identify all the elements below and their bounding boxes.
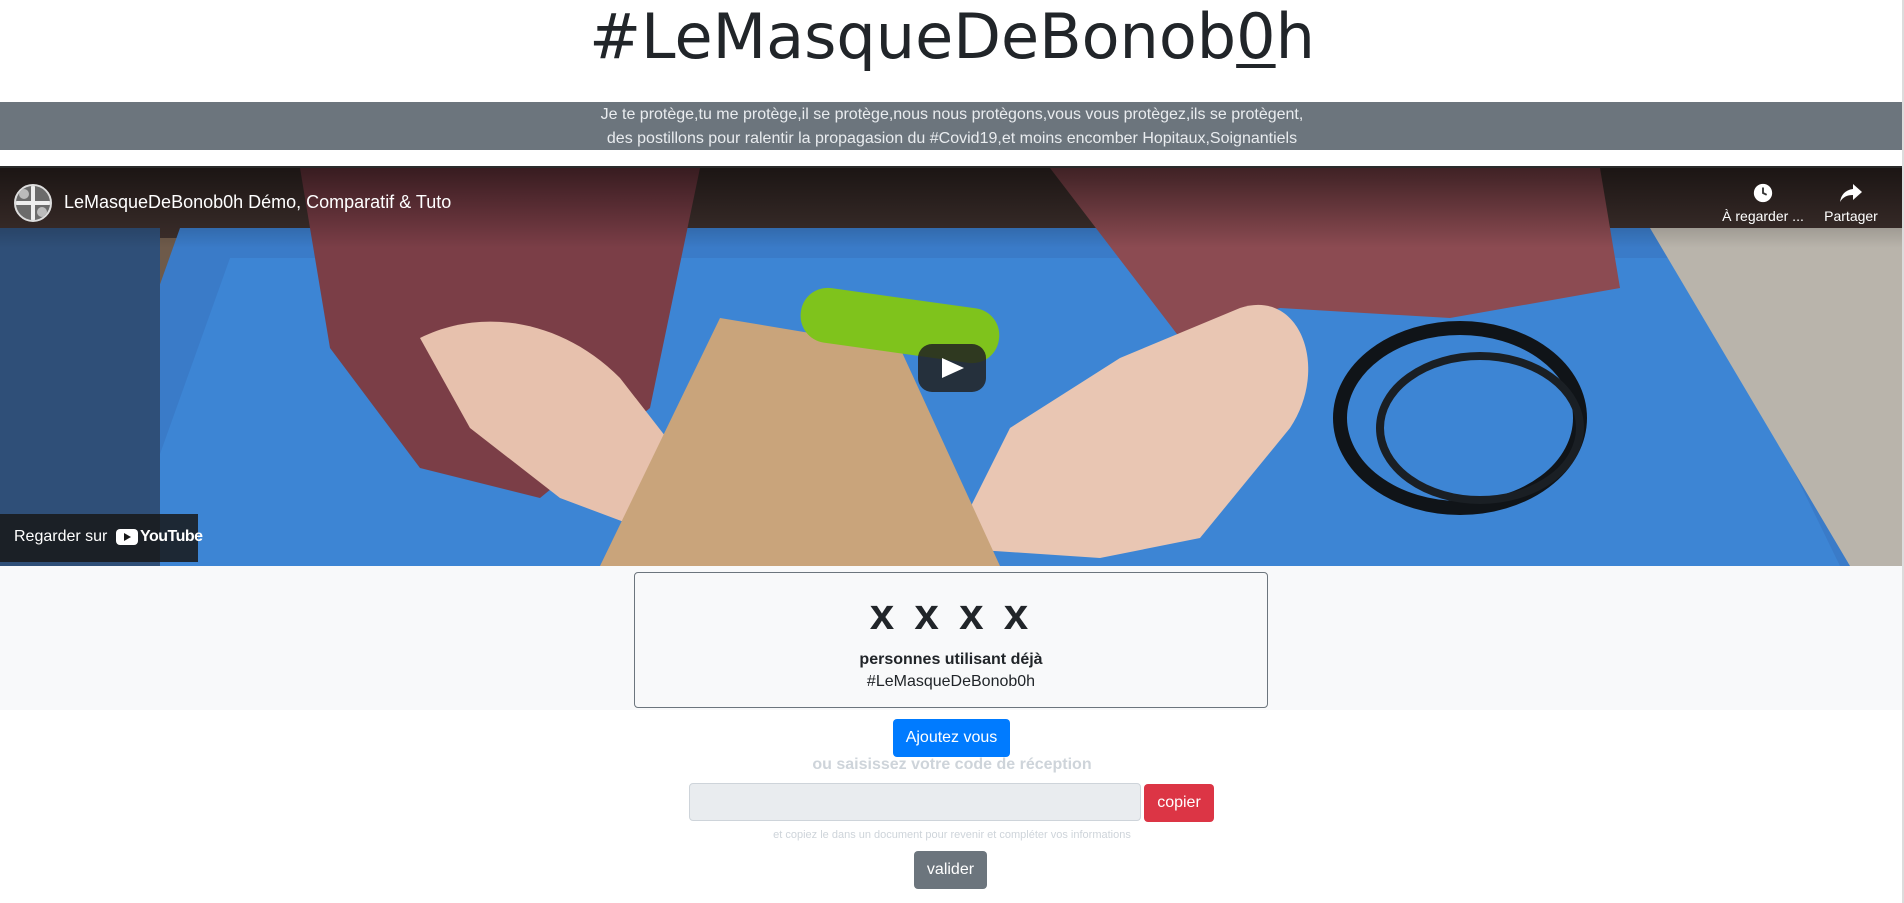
slogan-line-1: Je te protège,tu me protège,il se protèg… (600, 106, 1304, 123)
channel-avatar-icon (16, 186, 50, 220)
copy-button[interactable]: copier (1144, 784, 1214, 822)
user-counter-card: x x x x personnes utilisant déjà #LeMasq… (634, 572, 1268, 708)
youtube-play-icon (116, 529, 138, 545)
user-count-hashtag: #LeMasqueDeBonob0h (866, 673, 1036, 690)
clock-icon (1753, 183, 1773, 203)
slogan-banner: Je te protège,tu me protège,il se protèg… (0, 102, 1904, 150)
user-count-label: personnes utilisant déjà (859, 651, 1043, 668)
copy-hint-text: et copiez le dans un document pour reven… (773, 829, 1131, 841)
embedded-video-player[interactable]: LeMasqueDeBonob0h Démo, Comparatif & Tut… (0, 166, 1904, 566)
page-title-end: h (1275, 0, 1315, 73)
share-arrow-icon (1840, 184, 1862, 202)
validate-button[interactable]: valider (914, 851, 987, 889)
watch-on-label: Regarder sur (14, 528, 108, 545)
user-count-value: x x x x (869, 590, 1033, 639)
page-title-main: #LeMasqueDeBonob (589, 0, 1237, 73)
share-label: Partager (1824, 208, 1878, 224)
share-button[interactable]: Partager (1806, 182, 1896, 224)
watch-later-label: À regarder ... (1722, 208, 1804, 224)
watch-later-button[interactable]: À regarder ... (1718, 182, 1808, 224)
reception-code-input[interactable] (689, 783, 1141, 821)
youtube-wordmark: YouTube (140, 528, 203, 545)
enter-code-prompt: ou saisissez votre code de réception (812, 756, 1092, 773)
play-icon (942, 358, 964, 378)
play-button[interactable] (918, 344, 986, 392)
page-title: #LeMasqueDeBonob0h (0, 0, 1904, 74)
watch-on-youtube-button[interactable]: Regarder sur YouTube (0, 514, 203, 562)
video-title-link[interactable]: LeMasqueDeBonob0h Démo, Comparatif & Tut… (64, 192, 451, 213)
slogan-line-2: des postillons pour ralentir la propagas… (606, 130, 1298, 147)
channel-avatar[interactable] (14, 184, 52, 222)
page-title-underlined: 0 (1236, 0, 1276, 73)
add-yourself-button[interactable]: Ajoutez vous (893, 719, 1010, 757)
youtube-logo-icon: YouTube (116, 528, 203, 547)
